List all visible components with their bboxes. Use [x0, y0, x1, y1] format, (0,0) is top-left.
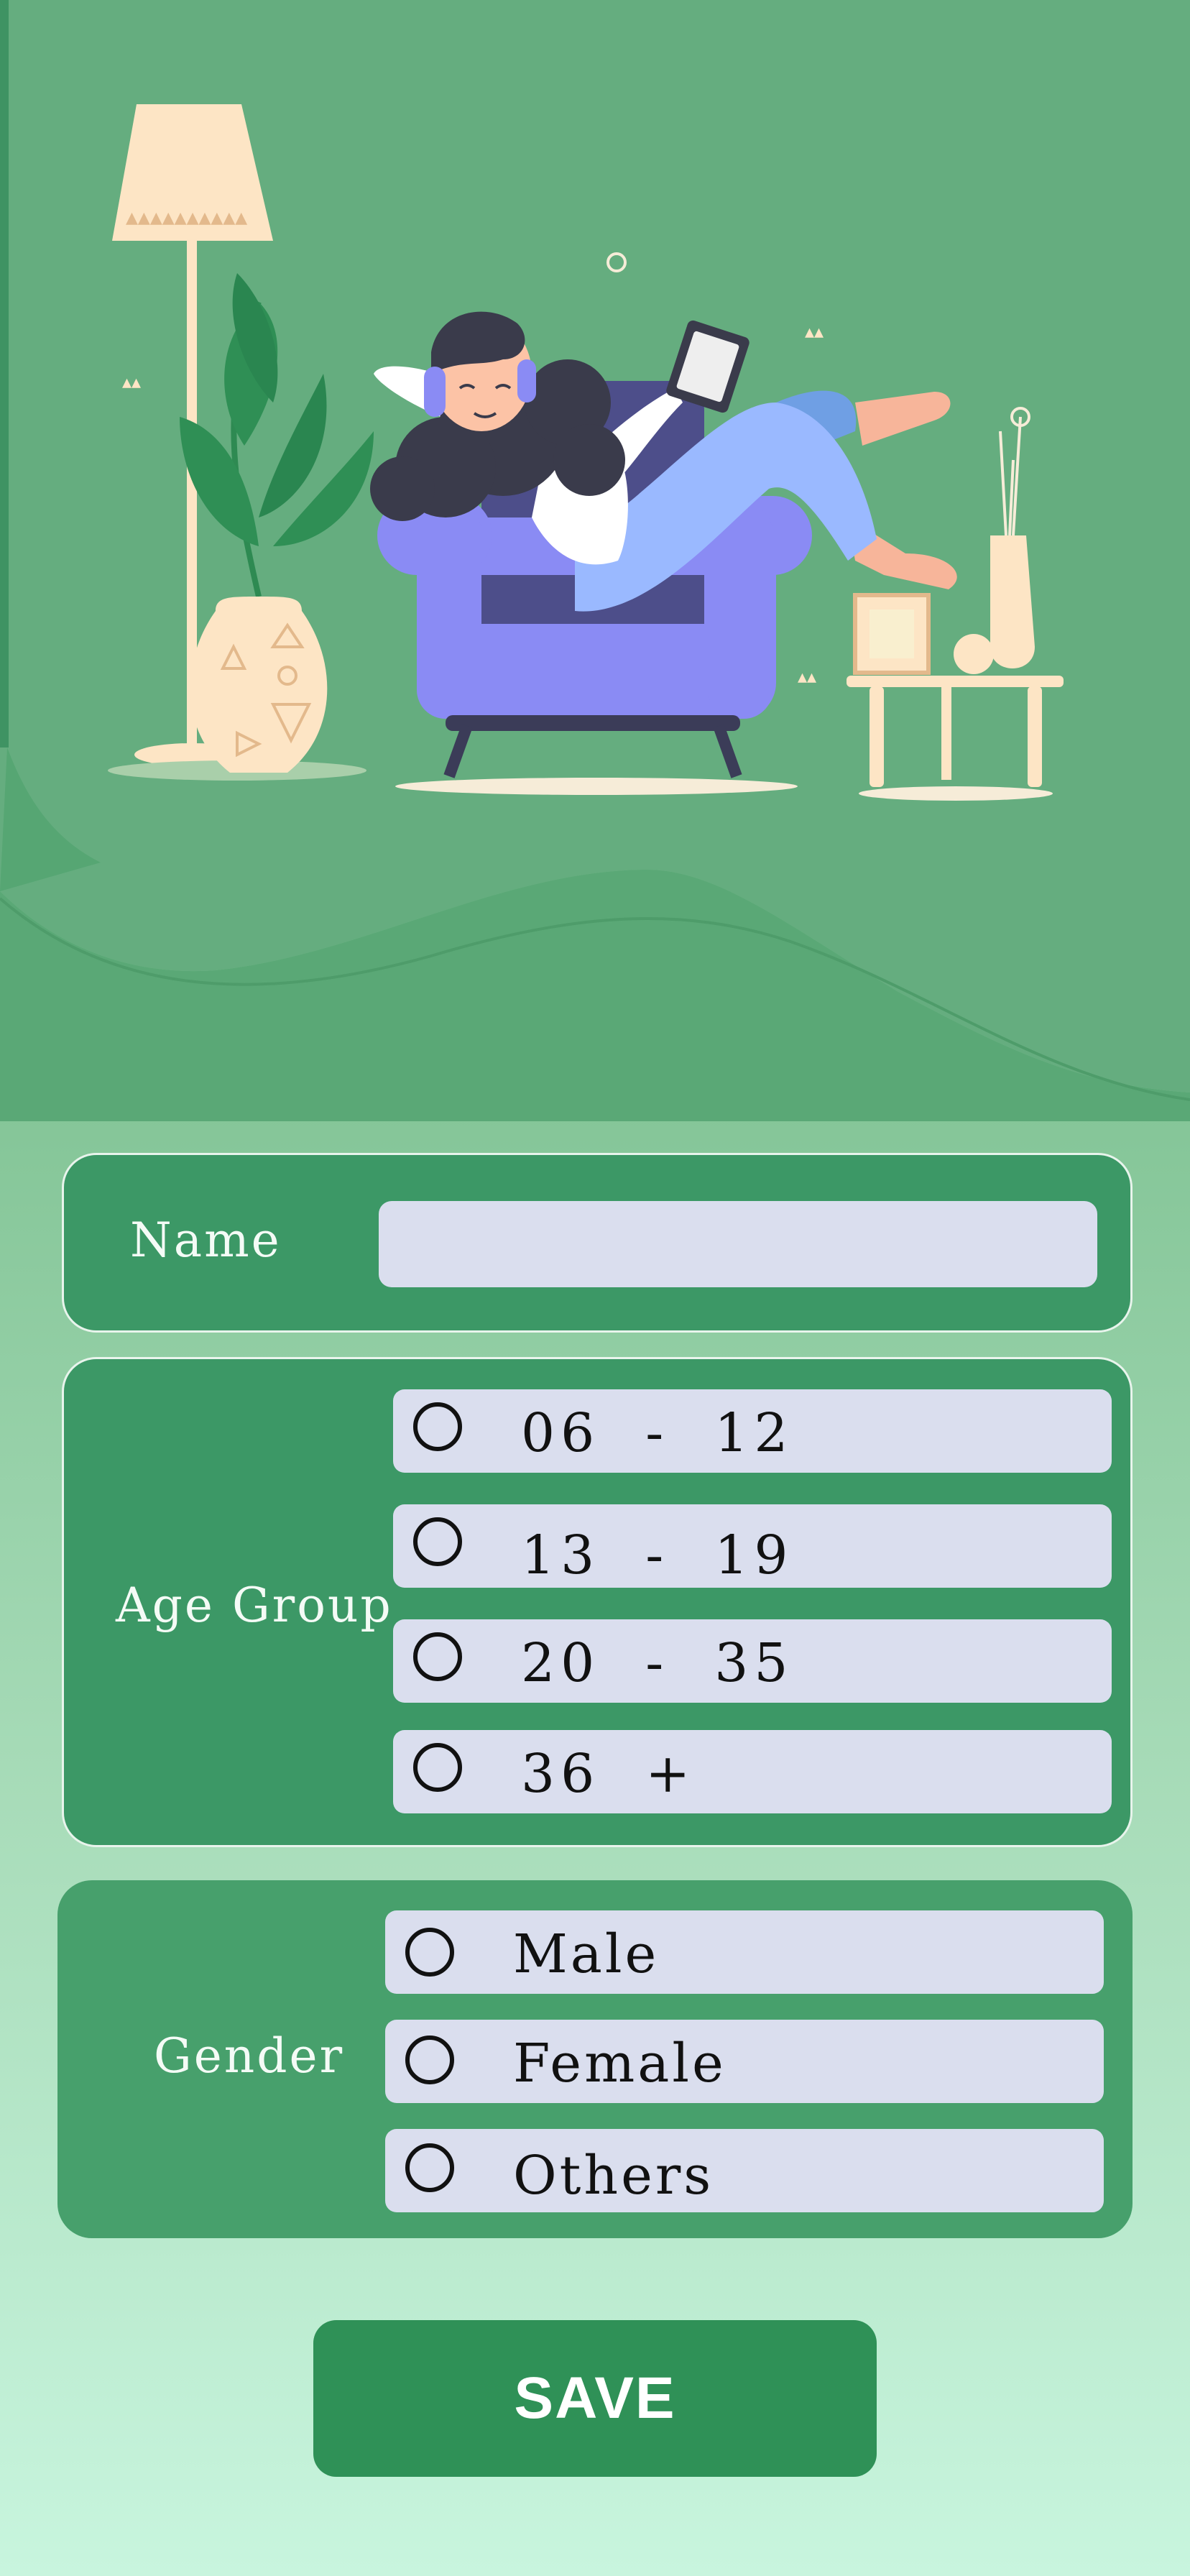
hero-illustration: ▲▲▲▲▲▲▲▲▲▲ ▴▴ ▴▴ ▴▴: [0, 0, 1190, 1121]
gender-option-male[interactable]: Male: [385, 1910, 1104, 1994]
age-option-13-19[interactable]: 13 - 19: [393, 1504, 1112, 1588]
age-option-20-35[interactable]: 20 - 35: [393, 1619, 1112, 1703]
age-group-label: Age Group: [116, 1578, 393, 1633]
svg-text:▴▴: ▴▴: [798, 666, 816, 688]
radio-icon[interactable]: [405, 2036, 454, 2084]
svg-text:▲▲▲▲▲▲▲▲▲▲: ▲▲▲▲▲▲▲▲▲▲: [126, 209, 247, 227]
gender-option-label: Male: [513, 1923, 660, 1985]
radio-icon[interactable]: [405, 1928, 454, 1977]
name-input[interactable]: [379, 1201, 1097, 1287]
age-option-label: 06 - 12: [521, 1402, 794, 1464]
radio-icon[interactable]: [413, 1402, 462, 1451]
name-card: Name: [62, 1153, 1133, 1333]
radio-icon[interactable]: [413, 1632, 462, 1681]
age-option-label: 13 - 19: [521, 1524, 794, 1586]
radio-icon[interactable]: [405, 2143, 454, 2192]
radio-icon[interactable]: [413, 1743, 462, 1792]
age-option-label: 20 - 35: [521, 1632, 794, 1694]
gender-option-label: Female: [513, 2033, 727, 2094]
save-button[interactable]: SAVE: [313, 2320, 877, 2477]
svg-text:▴▴: ▴▴: [122, 372, 141, 393]
age-option-06-12[interactable]: 06 - 12: [393, 1389, 1112, 1473]
age-option-36-plus[interactable]: 36 +: [393, 1730, 1112, 1813]
age-group-card: Age Group 06 - 12 13 - 19 20 - 35 36 +: [62, 1357, 1133, 1847]
age-option-label: 36 +: [521, 1743, 696, 1805]
radio-icon[interactable]: [413, 1517, 462, 1566]
gender-label: Gender: [154, 2028, 345, 2084]
svg-text:▴▴: ▴▴: [805, 321, 824, 343]
gender-option-female[interactable]: Female: [385, 2020, 1104, 2103]
gender-option-others[interactable]: Others: [385, 2129, 1104, 2212]
gender-option-label: Others: [513, 2145, 714, 2207]
name-label: Name: [130, 1213, 282, 1268]
gender-card: Gender Male Female Others: [57, 1880, 1133, 2238]
